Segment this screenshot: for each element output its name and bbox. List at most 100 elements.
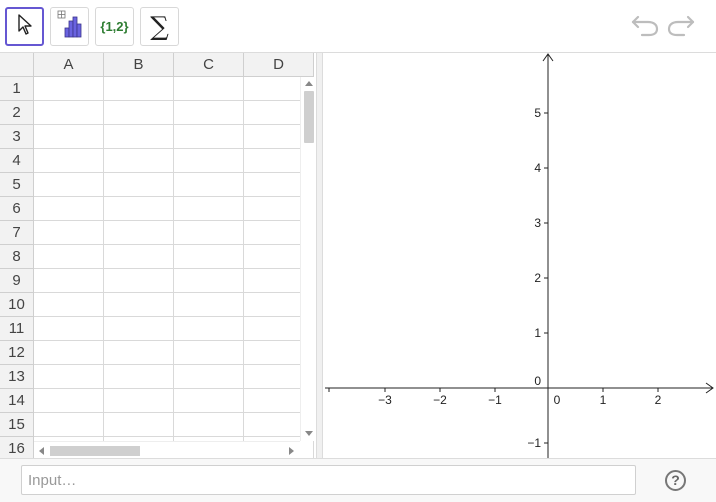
cell-c9[interactable] <box>174 269 244 293</box>
move-tool-button[interactable] <box>5 7 44 46</box>
row-header-8[interactable]: 8 <box>0 245 34 269</box>
row-header-10[interactable]: 10 <box>0 293 34 317</box>
redo-icon <box>666 11 696 42</box>
y-tick-label: 1 <box>534 326 541 340</box>
cell-c6[interactable] <box>174 197 244 221</box>
cell-a15[interactable] <box>34 413 104 437</box>
cell-a3[interactable] <box>34 125 104 149</box>
cell-b6[interactable] <box>104 197 174 221</box>
row-header-4[interactable]: 4 <box>0 149 34 173</box>
list-tool-button[interactable]: {1,2} <box>95 7 134 46</box>
cell-b2[interactable] <box>104 101 174 125</box>
row-header-12[interactable]: 12 <box>0 341 34 365</box>
cell-c14[interactable] <box>174 389 244 413</box>
cell-c5[interactable] <box>174 173 244 197</box>
cell-c12[interactable] <box>174 341 244 365</box>
cell-c8[interactable] <box>174 245 244 269</box>
row-header-13[interactable]: 13 <box>0 365 34 389</box>
origin-label: 0 <box>534 374 541 388</box>
undo-icon <box>630 11 660 42</box>
cell-a1[interactable] <box>34 77 104 101</box>
cell-c1[interactable] <box>174 77 244 101</box>
cell-c15[interactable] <box>174 413 244 437</box>
row-header-15[interactable]: 15 <box>0 413 34 437</box>
y-tick-label: 3 <box>534 216 541 230</box>
cell-b9[interactable] <box>104 269 174 293</box>
cell-b1[interactable] <box>104 77 174 101</box>
cell-a2[interactable] <box>34 101 104 125</box>
spreadsheet-corner[interactable] <box>0 53 34 77</box>
cell-b8[interactable] <box>104 245 174 269</box>
scroll-left-arrow-icon[interactable] <box>39 447 44 455</box>
column-header-c[interactable]: C <box>174 53 244 77</box>
x-tick-label: 0 <box>554 393 561 407</box>
scroll-right-arrow-icon[interactable] <box>289 447 294 455</box>
cell-b7[interactable] <box>104 221 174 245</box>
cell-a12[interactable] <box>34 341 104 365</box>
row-header-11[interactable]: 11 <box>0 317 34 341</box>
row-header-2[interactable]: 2 <box>0 101 34 125</box>
row-header-9[interactable]: 9 <box>0 269 34 293</box>
cell-a4[interactable] <box>34 149 104 173</box>
x-tick-label: −3 <box>378 393 392 407</box>
sum-tool-button[interactable]: ∑ <box>140 7 179 46</box>
vertical-scrollbar-thumb[interactable] <box>304 91 314 143</box>
view-divider[interactable] <box>316 53 323 458</box>
y-tick-label: −1 <box>527 436 541 450</box>
help-button[interactable]: ? <box>665 470 686 491</box>
horizontal-scrollbar[interactable] <box>34 441 300 458</box>
row-header-7[interactable]: 7 <box>0 221 34 245</box>
row-header-5[interactable]: 5 <box>0 173 34 197</box>
row-header-6[interactable]: 6 <box>0 197 34 221</box>
row-header-1[interactable]: 1 <box>0 77 34 101</box>
scroll-up-arrow-icon[interactable] <box>305 81 313 86</box>
input-bar: ? <box>0 458 716 502</box>
undo-button[interactable] <box>630 12 660 40</box>
statistics-tool-button[interactable] <box>50 7 89 46</box>
row-header-3[interactable]: 3 <box>0 125 34 149</box>
cell-a9[interactable] <box>34 269 104 293</box>
row-header-16[interactable]: 16 <box>0 437 34 458</box>
y-tick-label: 2 <box>534 271 541 285</box>
y-tick-label: 4 <box>534 161 541 175</box>
cell-a10[interactable] <box>34 293 104 317</box>
cell-c2[interactable] <box>174 101 244 125</box>
cell-a7[interactable] <box>34 221 104 245</box>
list-tool-label: {1,2} <box>100 19 129 34</box>
algebra-input-field[interactable] <box>21 465 636 495</box>
cell-a8[interactable] <box>34 245 104 269</box>
cell-c10[interactable] <box>174 293 244 317</box>
toolbar: {1,2} ∑ <box>0 0 716 53</box>
column-header-d[interactable]: D <box>244 53 314 77</box>
cell-b10[interactable] <box>104 293 174 317</box>
cell-b3[interactable] <box>104 125 174 149</box>
cell-b5[interactable] <box>104 173 174 197</box>
scroll-down-arrow-icon[interactable] <box>305 431 313 436</box>
cell-c13[interactable] <box>174 365 244 389</box>
x-tick-label: −2 <box>433 393 447 407</box>
cell-b13[interactable] <box>104 365 174 389</box>
column-header-b[interactable]: B <box>104 53 174 77</box>
cell-a11[interactable] <box>34 317 104 341</box>
cell-b4[interactable] <box>104 149 174 173</box>
row-header-14[interactable]: 14 <box>0 389 34 413</box>
vertical-scrollbar[interactable] <box>300 77 316 441</box>
cell-c3[interactable] <box>174 125 244 149</box>
cell-a14[interactable] <box>34 389 104 413</box>
cell-a13[interactable] <box>34 365 104 389</box>
cell-b15[interactable] <box>104 413 174 437</box>
horizontal-scrollbar-thumb[interactable] <box>50 446 140 456</box>
x-tick-label: 2 <box>655 393 662 407</box>
cell-a5[interactable] <box>34 173 104 197</box>
cell-b11[interactable] <box>104 317 174 341</box>
cell-a6[interactable] <box>34 197 104 221</box>
cursor-arrow-icon <box>16 13 34 40</box>
cell-b12[interactable] <box>104 341 174 365</box>
cell-c4[interactable] <box>174 149 244 173</box>
cell-c11[interactable] <box>174 317 244 341</box>
column-header-a[interactable]: A <box>34 53 104 77</box>
redo-button[interactable] <box>666 12 696 40</box>
graphics-view[interactable]: −3 −2 −1 0 1 2 5 4 3 2 1 0 −1 <box>323 53 716 458</box>
cell-b14[interactable] <box>104 389 174 413</box>
cell-c7[interactable] <box>174 221 244 245</box>
